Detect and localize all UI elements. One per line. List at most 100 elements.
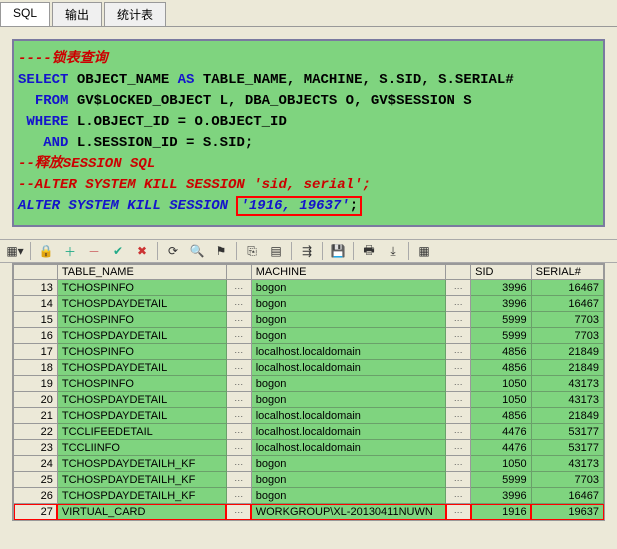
cell-expand-icon[interactable]: ···	[226, 408, 251, 424]
sql-editor[interactable]: ----锁表查询 SELECT OBJECT_NAME AS TABLE_NAM…	[12, 39, 605, 227]
cell-table-name[interactable]: TCCLIFEEDETAIL	[57, 424, 226, 440]
cell-serial[interactable]: 21849	[531, 408, 603, 424]
cell-table-name[interactable]: VIRTUAL_CARD	[57, 504, 226, 520]
table-row[interactable]: 16TCHOSPDAYDETAIL···bogon···59997703	[14, 328, 604, 344]
cell-serial[interactable]: 16467	[531, 488, 603, 504]
cell-serial[interactable]: 19637	[531, 504, 603, 520]
print-icon[interactable]: 🖶	[360, 242, 378, 260]
result-grid[interactable]: TABLE_NAME MACHINE SID SERIAL# 13TCHOSPI…	[12, 263, 605, 521]
cell-table-name[interactable]: TCHOSPDAYDETAIL	[57, 392, 226, 408]
cell-machine[interactable]: bogon	[251, 328, 446, 344]
cell-table-name[interactable]: TCHOSPDAYDETAILH_KF	[57, 456, 226, 472]
table-row[interactable]: 27VIRTUAL_CARD···WORKGROUP\XL-20130411NU…	[14, 504, 604, 520]
cell-expand-icon[interactable]: ···	[446, 504, 471, 520]
cell-expand-icon[interactable]: ···	[226, 360, 251, 376]
cell-sid[interactable]: 3996	[471, 488, 531, 504]
table-row[interactable]: 19TCHOSPINFO···bogon···105043173	[14, 376, 604, 392]
cell-expand-icon[interactable]: ···	[226, 280, 251, 296]
cell-machine[interactable]: localhost.localdomain	[251, 360, 446, 376]
cell-expand-icon[interactable]: ···	[446, 280, 471, 296]
table-row[interactable]: 21TCHOSPDAYDETAIL···localhost.localdomai…	[14, 408, 604, 424]
cell-expand-icon[interactable]: ···	[446, 360, 471, 376]
rollback-icon[interactable]: ✖	[133, 242, 151, 260]
col-sid[interactable]: SID	[471, 265, 531, 280]
table-row[interactable]: 26TCHOSPDAYDETAILH_KF···bogon···39961646…	[14, 488, 604, 504]
cell-expand-icon[interactable]: ···	[446, 440, 471, 456]
cell-serial[interactable]: 43173	[531, 376, 603, 392]
cell-machine[interactable]: localhost.localdomain	[251, 408, 446, 424]
tab-stats[interactable]: 统计表	[104, 2, 166, 26]
cell-expand-icon[interactable]: ···	[446, 376, 471, 392]
cell-machine[interactable]: bogon	[251, 488, 446, 504]
cell-machine[interactable]: localhost.localdomain	[251, 424, 446, 440]
table-row[interactable]: 24TCHOSPDAYDETAILH_KF···bogon···10504317…	[14, 456, 604, 472]
cell-expand-icon[interactable]: ···	[446, 312, 471, 328]
table-row[interactable]: 25TCHOSPDAYDETAILH_KF···bogon···59997703	[14, 472, 604, 488]
cell-expand-icon[interactable]: ···	[226, 376, 251, 392]
cell-machine[interactable]: localhost.localdomain	[251, 344, 446, 360]
lock-icon[interactable]: 🔒	[37, 242, 55, 260]
cell-expand-icon[interactable]: ···	[446, 408, 471, 424]
cell-table-name[interactable]: TCHOSPINFO	[57, 312, 226, 328]
cell-expand-icon[interactable]: ···	[226, 456, 251, 472]
tab-output[interactable]: 输出	[52, 2, 102, 26]
table-row[interactable]: 18TCHOSPDAYDETAIL···localhost.localdomai…	[14, 360, 604, 376]
cell-table-name[interactable]: TCHOSPDAYDETAIL	[57, 360, 226, 376]
table-row[interactable]: 14TCHOSPDAYDETAIL···bogon···399616467	[14, 296, 604, 312]
cell-serial[interactable]: 21849	[531, 360, 603, 376]
cell-machine[interactable]: bogon	[251, 472, 446, 488]
cell-serial[interactable]: 43173	[531, 392, 603, 408]
cell-table-name[interactable]: TCHOSPINFO	[57, 344, 226, 360]
col-machine[interactable]: MACHINE	[251, 265, 446, 280]
cell-expand-icon[interactable]: ···	[446, 344, 471, 360]
cell-machine[interactable]: WORKGROUP\XL-20130411NUWN	[251, 504, 446, 520]
cell-expand-icon[interactable]: ···	[226, 488, 251, 504]
commit-icon[interactable]: ✔	[109, 242, 127, 260]
cell-machine[interactable]: bogon	[251, 392, 446, 408]
cell-machine[interactable]: bogon	[251, 456, 446, 472]
table-row[interactable]: 13TCHOSPINFO···bogon···399616467	[14, 280, 604, 296]
cell-serial[interactable]: 16467	[531, 296, 603, 312]
cell-serial[interactable]: 53177	[531, 424, 603, 440]
single-record-icon[interactable]: ▤	[267, 242, 285, 260]
cell-sid[interactable]: 5999	[471, 472, 531, 488]
cell-expand-icon[interactable]: ···	[226, 296, 251, 312]
col-table-name[interactable]: TABLE_NAME	[57, 265, 226, 280]
grid-icon[interactable]: ▦▾	[6, 242, 24, 260]
table-icon[interactable]: ▦	[415, 242, 433, 260]
cell-sid[interactable]: 4856	[471, 344, 531, 360]
cell-serial[interactable]: 43173	[531, 456, 603, 472]
cell-machine[interactable]: bogon	[251, 376, 446, 392]
cell-expand-icon[interactable]: ···	[446, 328, 471, 344]
table-row[interactable]: 20TCHOSPDAYDETAIL···bogon···105043173	[14, 392, 604, 408]
cell-expand-icon[interactable]: ···	[226, 328, 251, 344]
cell-sid[interactable]: 1916	[471, 504, 531, 520]
cell-sid[interactable]: 5999	[471, 328, 531, 344]
cell-sid[interactable]: 1050	[471, 392, 531, 408]
cell-table-name[interactable]: TCHOSPINFO	[57, 376, 226, 392]
add-icon[interactable]: ＋	[61, 242, 79, 260]
export-icon[interactable]: ⤓	[384, 242, 402, 260]
cell-table-name[interactable]: TCHOSPDAYDETAILH_KF	[57, 488, 226, 504]
cell-sid[interactable]: 1050	[471, 376, 531, 392]
tab-sql[interactable]: SQL	[0, 2, 50, 26]
cell-sid[interactable]: 3996	[471, 280, 531, 296]
cell-machine[interactable]: bogon	[251, 312, 446, 328]
cell-sid[interactable]: 4856	[471, 408, 531, 424]
cell-serial[interactable]: 7703	[531, 312, 603, 328]
cell-table-name[interactable]: TCHOSPINFO	[57, 280, 226, 296]
cell-expand-icon[interactable]: ···	[446, 424, 471, 440]
cell-table-name[interactable]: TCCLIINFO	[57, 440, 226, 456]
cell-sid[interactable]: 4856	[471, 360, 531, 376]
cell-serial[interactable]: 7703	[531, 328, 603, 344]
table-row[interactable]: 22TCCLIFEEDETAIL···localhost.localdomain…	[14, 424, 604, 440]
cell-expand-icon[interactable]: ···	[446, 456, 471, 472]
table-row[interactable]: 23TCCLIINFO···localhost.localdomain···44…	[14, 440, 604, 456]
cell-expand-icon[interactable]: ···	[226, 344, 251, 360]
cell-sid[interactable]: 4476	[471, 424, 531, 440]
cell-expand-icon[interactable]: ···	[446, 296, 471, 312]
find-icon[interactable]: 🔍	[188, 242, 206, 260]
remove-icon[interactable]: －	[85, 242, 103, 260]
cell-expand-icon[interactable]: ···	[226, 472, 251, 488]
refresh-icon[interactable]: ⟳	[164, 242, 182, 260]
